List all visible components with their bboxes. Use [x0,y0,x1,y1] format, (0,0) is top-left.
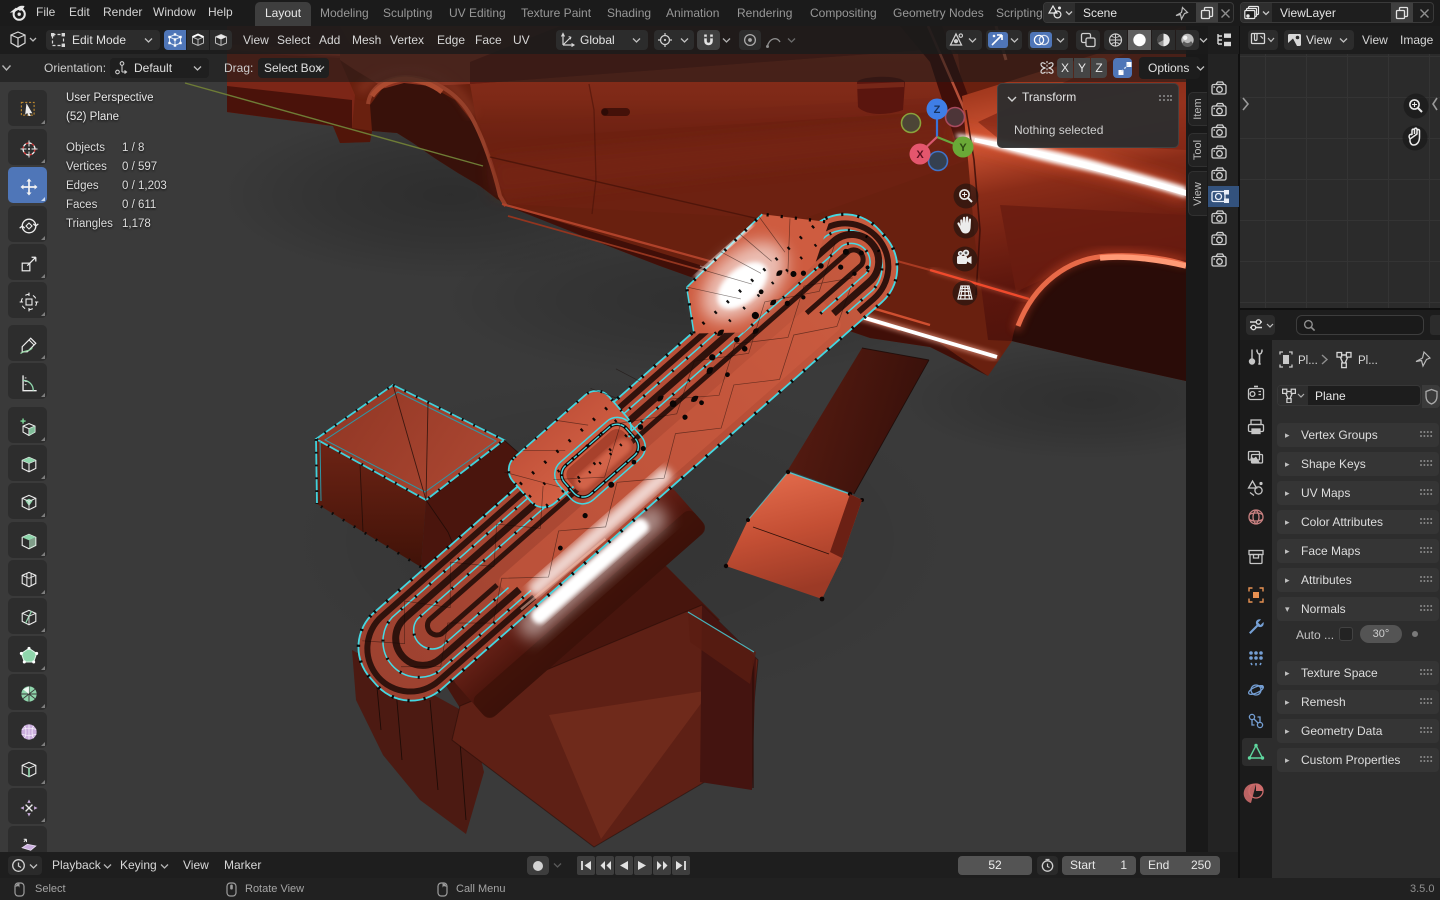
svg-text:Pl...: Pl... [1358,355,1378,367]
svg-text:Z: Z [934,104,941,116]
svg-text:X: X [916,149,924,161]
svg-text:Y: Y [959,142,967,154]
svg-text:Pl...: Pl... [1298,355,1318,367]
